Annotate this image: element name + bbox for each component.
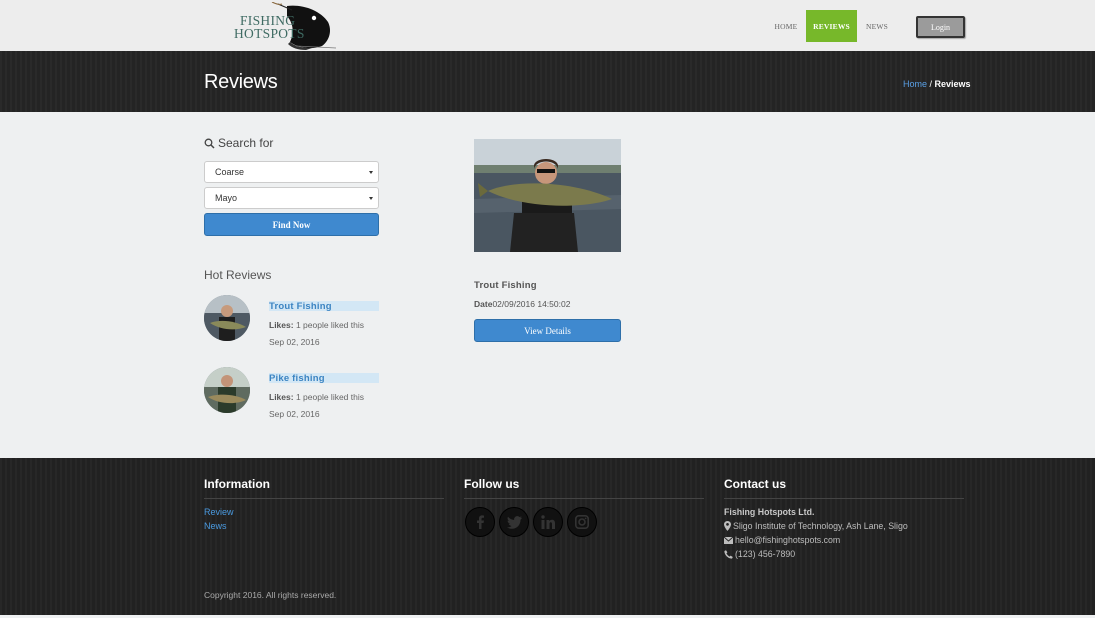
facebook-icon[interactable] xyxy=(465,507,495,537)
hot-review-title-link[interactable]: Pike fishing xyxy=(269,373,379,384)
footer-link-news[interactable]: News xyxy=(204,521,227,531)
hot-review-thumbnail[interactable] xyxy=(204,367,250,413)
linkedin-icon[interactable] xyxy=(533,507,563,537)
county-select-value: Mayo xyxy=(215,193,238,203)
angler-photo-thumbnail xyxy=(204,367,250,413)
hot-reviews-heading: Hot Reviews xyxy=(204,268,272,282)
chevron-down-icon xyxy=(369,197,373,200)
contact-email-text[interactable]: hello@fishinghotspots.com xyxy=(735,535,840,545)
footer-information-heading: Information xyxy=(204,477,270,491)
logo-text-line2: HOTSPOTS xyxy=(234,26,305,41)
search-heading-label: Search for xyxy=(218,136,274,150)
likes-text: 1 people liked this xyxy=(295,320,364,330)
breadcrumb: Home / Reviews xyxy=(903,79,971,89)
footer-link-review[interactable]: Review xyxy=(204,507,234,517)
hot-review-item: Trout Fishing Likes: 1 people liked this… xyxy=(204,295,384,355)
nav-news[interactable]: NEWS xyxy=(862,10,892,42)
fish-type-select[interactable]: Coarse xyxy=(204,161,379,183)
hot-review-item: Pike fishing Likes: 1 people liked this … xyxy=(204,367,384,427)
review-card-date: Date02/09/2016 14:50:02 xyxy=(474,299,570,309)
date-label: Date xyxy=(474,299,493,309)
county-select[interactable]: Mayo xyxy=(204,187,379,209)
contact-company: Fishing Hotspots Ltd. xyxy=(724,507,815,517)
site-logo[interactable]: FISHING HOTSPOTS xyxy=(232,2,338,50)
map-marker-icon xyxy=(724,521,731,531)
contact-phone: (123) 456-7890 xyxy=(724,549,795,559)
contact-phone-text: (123) 456-7890 xyxy=(735,549,796,559)
hot-review-thumbnail[interactable] xyxy=(204,295,250,341)
search-icon xyxy=(204,138,215,149)
instagram-icon[interactable] xyxy=(567,507,597,537)
chevron-down-icon xyxy=(369,171,373,174)
footer-follow-heading: Follow us xyxy=(464,477,520,491)
angler-photo-thumbnail xyxy=(204,295,250,341)
nav-home[interactable]: HOME xyxy=(770,10,802,42)
view-details-button[interactable]: View Details xyxy=(474,319,621,342)
phone-icon xyxy=(724,549,733,559)
find-now-button[interactable]: Find Now xyxy=(204,213,379,236)
fish-type-select-value: Coarse xyxy=(215,167,245,177)
envelope-icon xyxy=(724,536,733,544)
breadcrumb-current: Reviews xyxy=(934,79,971,89)
date-value: 02/09/2016 14:50:02 xyxy=(492,299,571,309)
login-button[interactable]: Login xyxy=(916,16,965,38)
likes-label: Likes: xyxy=(269,392,294,402)
page-title-band: Reviews Home / Reviews xyxy=(0,51,1095,112)
angler-with-fish-photo xyxy=(474,139,621,252)
contact-address-text: Sligo Institute of Technology, Ash Lane,… xyxy=(733,521,908,531)
footer-divider xyxy=(724,498,964,499)
hot-review-likes: Likes: 1 people liked this xyxy=(269,392,364,402)
hot-review-title-link[interactable]: Trout Fishing xyxy=(269,301,379,312)
footer-divider xyxy=(464,498,704,499)
review-photo[interactable] xyxy=(474,139,621,252)
twitter-icon[interactable] xyxy=(499,507,529,537)
search-heading: Search for xyxy=(204,136,273,150)
contact-email: hello@fishinghotspots.com xyxy=(724,535,840,545)
top-navbar: FISHING HOTSPOTS HOME REVIEWS NEWS Login xyxy=(0,0,1095,51)
breadcrumb-separator: / xyxy=(927,79,935,89)
footer-divider xyxy=(204,498,444,499)
footer-contact-heading: Contact us xyxy=(724,477,787,491)
likes-label: Likes: xyxy=(269,320,294,330)
contact-address: Sligo Institute of Technology, Ash Lane,… xyxy=(724,521,908,531)
breadcrumb-home-link[interactable]: Home xyxy=(903,79,927,89)
footer: Information Review News Follow us Contac… xyxy=(0,458,1095,615)
nav-reviews[interactable]: REVIEWS xyxy=(806,10,857,42)
hot-review-date: Sep 02, 2016 xyxy=(269,409,320,419)
page-title: Reviews xyxy=(204,71,278,93)
copyright-text: Copyright 2016. All rights reserved. xyxy=(204,590,337,600)
review-card-title: Trout Fishing xyxy=(474,280,537,291)
hot-review-date: Sep 02, 2016 xyxy=(269,337,320,347)
hot-review-likes: Likes: 1 people liked this xyxy=(269,320,364,330)
likes-text: 1 people liked this xyxy=(295,392,364,402)
